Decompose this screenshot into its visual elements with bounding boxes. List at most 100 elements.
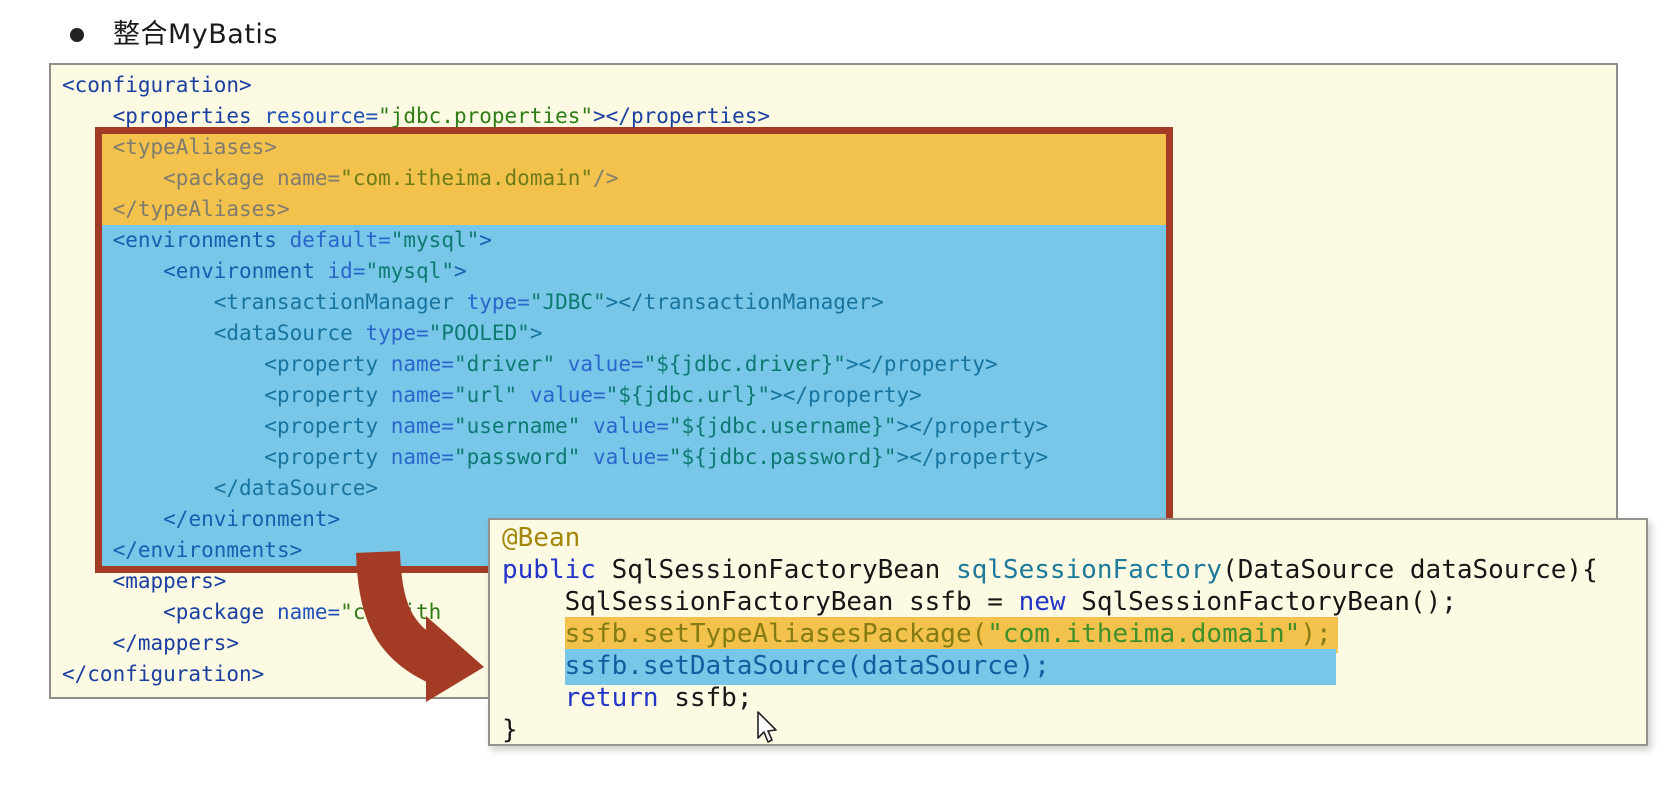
code-token: </configuration> [62, 662, 265, 686]
code-token: ></properties> [593, 104, 771, 128]
code-token: "com.itheima.domain" [340, 166, 594, 190]
code-token: "${jdbc.password}" [668, 445, 897, 469]
code-line: <property name="driver" value="${jdbc.dr… [62, 349, 1048, 380]
code-token: "POOLED" [428, 321, 530, 345]
orange-highlight-bar: ssfb.setTypeAliasesPackage("com.itheima.… [564, 617, 1338, 653]
code-line: <property name="username" value="${jdbc.… [62, 411, 1048, 442]
code-token: <property [264, 445, 391, 469]
code-token: ssfb.setDataSource(dataSource); [564, 651, 1050, 681]
code-line: ssfb.setTypeAliasesPackage("com.itheima.… [502, 617, 1598, 653]
java-code-popup: @Bean public SqlSessionFactoryBean sqlSes… [488, 518, 1648, 746]
java-code-block: @Bean public SqlSessionFactoryBean sqlSes… [502, 522, 1598, 746]
code-token: ssfb; [674, 683, 753, 713]
code-token: "${jdbc.driver}" [643, 352, 846, 376]
code-token: return [564, 683, 675, 713]
code-token: <property [264, 414, 391, 438]
code-token: name= [276, 166, 341, 190]
code-line: <properties resource="jdbc.properties"><… [62, 101, 1048, 132]
code-token: /> [593, 166, 619, 190]
code-token: <transactionManager [213, 290, 467, 314]
code-token: "${jdbc.url}" [605, 383, 771, 407]
code-token: SqlSessionFactoryBean ssfb = [564, 587, 1019, 617]
code-line: <typeAliases> [62, 132, 1048, 163]
code-token: type= [466, 290, 530, 314]
code-line: ssfb.setDataSource(dataSource); [502, 649, 1598, 685]
code-line: <transactionManager type="JDBC"></transa… [62, 287, 1048, 318]
code-token: id= [327, 259, 366, 283]
code-line: </dataSource> [62, 473, 1048, 504]
code-token: name= [390, 352, 454, 376]
code-token: ); [1300, 619, 1332, 649]
code-token: </dataSource> [213, 476, 379, 500]
code-token: "jdbc.properties" [378, 104, 594, 128]
code-token: value= [529, 383, 606, 407]
code-line: <environment id="mysql"> [62, 256, 1048, 287]
code-line: <environments default="mysql"> [62, 225, 1048, 256]
code-token: SqlSessionFactoryBean(); [1081, 587, 1457, 617]
code-line: public SqlSessionFactoryBean sqlSessionF… [502, 554, 1598, 586]
code-token: > [529, 321, 543, 345]
code-token: resource= [264, 104, 379, 128]
code-token: "driver" [453, 352, 568, 376]
code-token: value= [593, 414, 669, 438]
code-token: <dataSource [213, 321, 366, 345]
code-token: "com.ith [340, 600, 442, 624]
code-token: "url" [453, 383, 530, 407]
code-token: ssfb.setTypeAliasesPackage( [564, 619, 988, 649]
code-line: <dataSource type="POOLED"> [62, 318, 1048, 349]
code-token: "${jdbc.username}" [668, 414, 897, 438]
code-token: <configuration> [62, 73, 252, 97]
code-token: value= [567, 352, 644, 376]
code-token: <mappers> [112, 569, 227, 593]
code-token: ></property> [770, 383, 922, 407]
code-token: "JDBC" [529, 290, 606, 314]
bullet-icon [70, 27, 84, 42]
code-token: type= [365, 321, 429, 345]
code-token: @Bean [502, 523, 581, 553]
code-line: @Bean [502, 522, 1598, 554]
code-token: value= [593, 445, 669, 469]
code-line: <package name="com.itheima.domain"/> [62, 163, 1048, 194]
code-line: } [502, 714, 1598, 746]
code-token: "mysql" [365, 259, 454, 283]
code-token: <properties [112, 104, 265, 128]
code-line: <configuration> [62, 70, 1048, 101]
code-token: <property [264, 383, 391, 407]
code-token: public [502, 555, 612, 585]
code-token: name= [390, 445, 454, 469]
code-token: name= [276, 600, 341, 624]
code-token: ></property> [896, 445, 1049, 469]
code-line: </typeAliases> [62, 194, 1048, 225]
code-token: } [502, 715, 518, 745]
code-token: sqlSessionFactory [955, 555, 1223, 585]
code-token: <package [163, 600, 277, 624]
code-token: <environment [163, 259, 328, 283]
code-token: <environments [112, 228, 290, 252]
code-token: default= [289, 228, 391, 252]
code-line: <property name="url" value="${jdbc.url}"… [62, 380, 1048, 411]
code-token: name= [390, 383, 454, 407]
code-token: </mappers> [112, 631, 240, 655]
code-line: <property name="password" value="${jdbc.… [62, 442, 1048, 473]
code-token: <property [264, 352, 391, 376]
code-token: "mysql" [390, 228, 480, 252]
